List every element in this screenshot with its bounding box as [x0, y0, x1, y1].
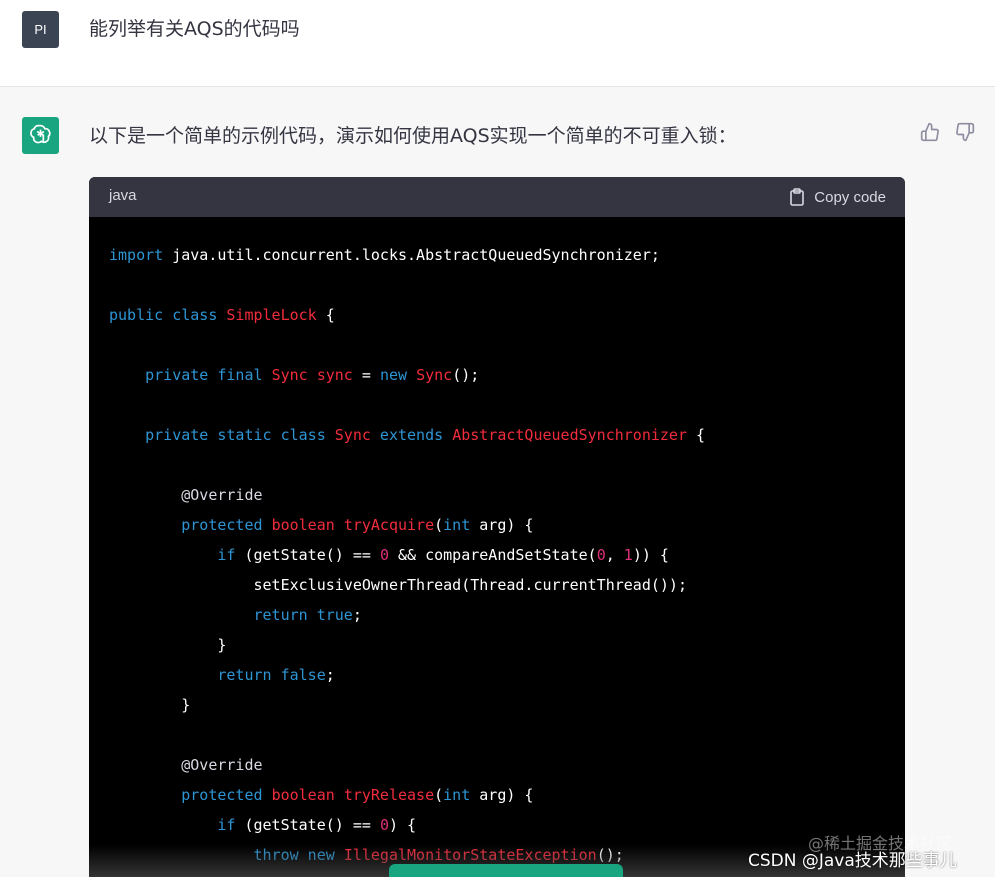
code-token: boolean: [271, 786, 344, 804]
code-line: import java.util.concurrent.locks.Abstra…: [109, 240, 705, 270]
code-line: if (getState() == 0 && compareAndSetStat…: [109, 540, 705, 570]
code-token: return false: [217, 666, 326, 684]
code-token: protected: [181, 786, 272, 804]
user-avatar: PI: [22, 11, 59, 48]
code-token: Sync: [416, 366, 453, 384]
code-token: ,: [605, 546, 624, 564]
code-line: private final Sync sync = new Sync();: [109, 360, 705, 390]
code-token: arg) {: [470, 786, 534, 804]
code-token: {: [316, 306, 335, 324]
code-line: protected boolean tryRelease(int arg) {: [109, 780, 705, 810]
code-token: {: [687, 426, 706, 444]
code-token: tryAcquire: [343, 516, 435, 534]
code-line: return true;: [109, 600, 705, 630]
code-token: @Override: [181, 756, 263, 774]
code-line: return false;: [109, 660, 705, 690]
code-token: int: [443, 786, 471, 804]
code-content: import java.util.concurrent.locks.Abstra…: [109, 240, 705, 877]
code-token: java.util.concurrent.locks.AbstractQueue…: [163, 246, 660, 264]
copy-code-label: Copy code: [814, 188, 886, 206]
code-token: protected: [181, 516, 272, 534]
code-token: if: [217, 546, 236, 564]
code-line: if (getState() == 0) {: [109, 810, 705, 840]
code-token: =: [352, 366, 380, 384]
code-block: java Copy code import java.util.concurre…: [89, 177, 905, 877]
code-token: if: [217, 816, 236, 834]
code-line: @Override: [109, 480, 705, 510]
code-token: ;: [352, 606, 362, 624]
code-token: ();: [452, 366, 480, 384]
copy-code-button[interactable]: Copy code: [789, 186, 886, 208]
code-token: public class: [109, 306, 227, 324]
code-token: new: [379, 366, 417, 384]
code-token: setExclusiveOwnerThread(Thread.currentTh…: [109, 576, 687, 594]
code-token: }: [109, 636, 227, 654]
code-token: (: [434, 786, 444, 804]
code-token: boolean: [271, 516, 344, 534]
code-line: }: [109, 630, 705, 660]
code-token: ) {: [388, 816, 417, 834]
watermark-csdn: CSDN @Java技术那些事儿: [748, 851, 957, 871]
code-token: import: [109, 246, 164, 264]
code-token: 0: [379, 816, 389, 834]
code-token: Sync: [334, 426, 371, 444]
code-token: }: [109, 696, 191, 714]
code-token: ;: [325, 666, 335, 684]
code-token: Sync sync: [271, 366, 353, 384]
code-line: setExclusiveOwnerThread(Thread.currentTh…: [109, 570, 705, 600]
code-token: 0: [379, 546, 389, 564]
code-token: (getState() ==: [235, 546, 380, 564]
code-token: extends: [370, 426, 453, 444]
user-message-row: PI 能列举有关AQS的代码吗: [0, 0, 995, 87]
code-token: @Override: [181, 486, 263, 504]
code-token: tryRelease: [343, 786, 435, 804]
code-line: public class SimpleLock {: [109, 300, 705, 330]
code-line: }: [109, 690, 705, 720]
code-block-header: java Copy code: [89, 177, 905, 217]
code-token: private static class: [145, 426, 335, 444]
code-token: private final: [145, 366, 272, 384]
code-token: AbstractQueuedSynchronizer: [452, 426, 687, 444]
code-token: (: [434, 516, 444, 534]
code-language-label: java: [109, 187, 137, 204]
code-line: protected boolean tryAcquire(int arg) {: [109, 510, 705, 540]
thumbs-up-icon[interactable]: [920, 122, 940, 142]
code-token: && compareAndSetState(: [388, 546, 597, 564]
code-token: SimpleLock: [226, 306, 317, 324]
code-token: 1: [623, 546, 633, 564]
code-token: 0: [596, 546, 606, 564]
user-message-text: 能列举有关AQS的代码吗: [89, 18, 300, 40]
code-token: arg) {: [470, 516, 534, 534]
regenerate-response-button[interactable]: [389, 864, 623, 877]
thumbs-down-icon[interactable]: [955, 122, 975, 142]
code-token: )) {: [632, 546, 669, 564]
code-token: int: [443, 516, 471, 534]
clipboard-icon: [790, 188, 805, 206]
assistant-intro-text: 以下是一个简单的示例代码，演示如何使用AQS实现一个简单的不可重入锁：: [89, 125, 737, 147]
code-token: (getState() ==: [235, 816, 380, 834]
code-line: @Override: [109, 750, 705, 780]
chatgpt-logo-icon: [22, 117, 59, 154]
code-token: return true: [253, 606, 353, 624]
code-line: private static class Sync extends Abstra…: [109, 420, 705, 450]
